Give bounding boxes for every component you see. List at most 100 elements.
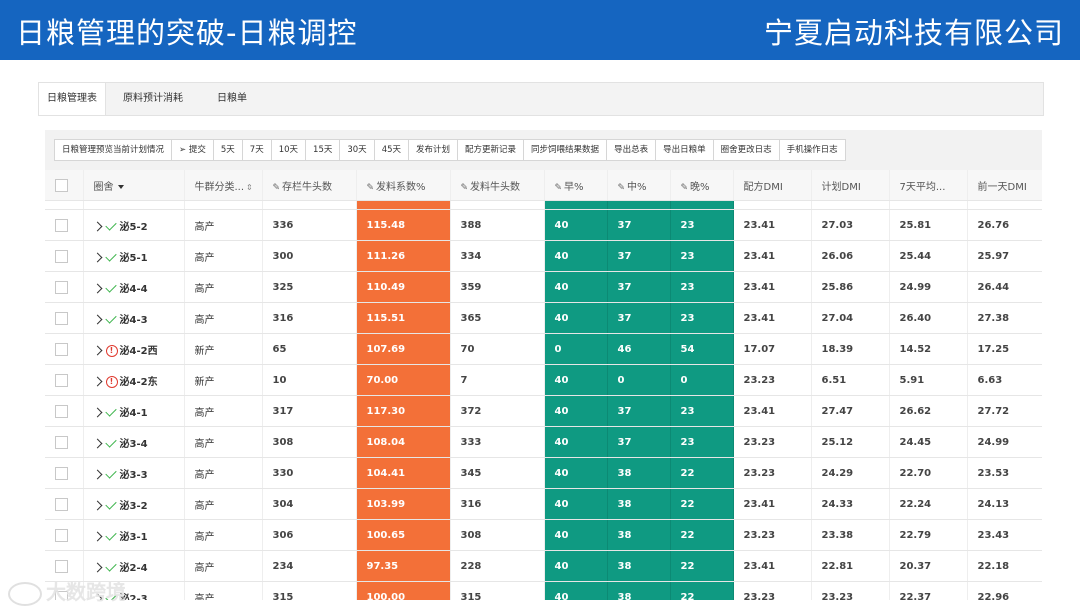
toolbar-button[interactable]: 同步饲喂结果数据 <box>523 139 608 161</box>
am-cell[interactable]: 40 <box>544 209 608 241</box>
sort-icon[interactable] <box>117 184 124 189</box>
group-cell[interactable]: 新产 <box>184 364 263 396</box>
chevron-right-icon[interactable] <box>92 252 102 263</box>
feed-cell[interactable]: 372 <box>450 395 545 427</box>
row-checkbox[interactable] <box>45 519 84 551</box>
row-checkbox[interactable] <box>45 302 84 334</box>
toolbar-button[interactable]: 配方更新记录 <box>457 139 525 161</box>
pm-cell[interactable]: 23 <box>670 395 734 427</box>
coef-cell[interactable]: 100.65 <box>356 519 451 551</box>
group-cell[interactable]: 高产 <box>184 581 263 600</box>
coef-cell[interactable]: 108.04 <box>356 426 451 458</box>
mid-cell[interactable]: 0 <box>607 364 671 396</box>
col-formula-dmi[interactable]: 配方DMI <box>733 170 812 201</box>
pm-cell[interactable]: 22 <box>670 519 734 551</box>
pm-cell[interactable]: 22 <box>670 457 734 489</box>
table-row[interactable]: 泌4-4 高产 325 110.49 359 40 37 23 23.41 25.86 24.99 2… <box>45 271 1042 303</box>
toolbar-button[interactable]: 10天 <box>270 139 307 161</box>
pm-cell[interactable]: 23 <box>670 426 734 458</box>
feed-cell[interactable]: 316 <box>450 488 545 520</box>
am-cell[interactable]: 40 <box>544 519 608 551</box>
col-prev-dmi[interactable]: 前一天DMI <box>967 170 1042 201</box>
pm-cell[interactable]: 22 <box>670 581 734 600</box>
group-cell[interactable]: 高产 <box>184 209 263 241</box>
toolbar-button[interactable]: 15天 <box>305 139 341 161</box>
table-row[interactable]: ! 泌4-2东 新产 10 70.00 7 40 0 0 23.23 6.51 5.91 6.63 <box>45 364 1042 396</box>
mid-cell[interactable]: 38 <box>607 488 671 520</box>
am-cell[interactable]: 0 <box>544 333 608 365</box>
group-cell[interactable]: 高产 <box>184 426 263 458</box>
pm-cell[interactable]: 23 <box>670 209 734 241</box>
chevron-right-icon[interactable] <box>92 407 102 418</box>
row-checkbox[interactable] <box>45 209 84 241</box>
table-row[interactable]: 泌4-1 高产 317 117.30 372 40 37 23 23.41 27.47 26.62 2… <box>45 395 1042 427</box>
coef-cell[interactable]: 100.00 <box>356 581 451 600</box>
table-row[interactable]: 泌4-3 高产 316 115.51 365 40 37 23 23.41 27.04 26.40 2… <box>45 302 1042 334</box>
coef-cell[interactable]: 111.26 <box>356 240 451 272</box>
group-cell[interactable]: 高产 <box>184 240 263 272</box>
chevron-right-icon[interactable] <box>92 345 102 356</box>
coef-cell[interactable]: 117.30 <box>356 395 451 427</box>
feed-cell[interactable]: 308 <box>450 519 545 551</box>
coef-cell[interactable]: 104.41 <box>356 457 451 489</box>
am-cell[interactable]: 40 <box>544 240 608 272</box>
pen-cell[interactable]: 泌4-4 <box>83 271 185 303</box>
mid-cell[interactable]: 37 <box>607 426 671 458</box>
table-row[interactable]: 泌3-1 高产 306 100.65 308 40 38 22 23.23 23.38 22.79 2… <box>45 519 1042 551</box>
table-row[interactable]: 泌5-1 高产 300 111.26 334 40 37 23 23.41 26.06 25.44 2… <box>45 240 1042 272</box>
group-cell[interactable]: 高产 <box>184 395 263 427</box>
mid-cell[interactable]: 37 <box>607 271 671 303</box>
row-checkbox[interactable] <box>45 426 84 458</box>
feed-cell[interactable]: 388 <box>450 209 545 241</box>
am-cell[interactable]: 40 <box>544 395 608 427</box>
mid-cell[interactable]: 46 <box>607 333 671 365</box>
am-cell[interactable]: 40 <box>544 426 608 458</box>
chevron-right-icon[interactable] <box>92 562 102 573</box>
row-checkbox[interactable] <box>45 240 84 272</box>
toolbar-button[interactable]: 7天 <box>241 139 272 161</box>
group-cell[interactable]: 高产 <box>184 519 263 551</box>
mid-cell[interactable]: 38 <box>607 550 671 582</box>
col-noon[interactable]: ✎ 中% <box>607 170 671 201</box>
chevron-right-icon[interactable] <box>92 283 102 294</box>
col-head-count[interactable]: ✎ 存栏牛头数 <box>262 170 357 201</box>
toolbar-button[interactable]: 圈舍更改日志 <box>712 139 780 161</box>
feed-cell[interactable]: 7 <box>450 364 545 396</box>
am-cell[interactable]: 40 <box>544 550 608 582</box>
pen-cell[interactable]: 泌3-2 <box>83 488 185 520</box>
am-cell[interactable]: 40 <box>544 364 608 396</box>
col-group[interactable]: 牛群分类... ⇕ <box>184 170 263 201</box>
coef-cell[interactable]: 115.48 <box>356 209 451 241</box>
pen-cell[interactable]: 泌3-3 <box>83 457 185 489</box>
coef-cell[interactable]: 103.99 <box>356 488 451 520</box>
mid-cell[interactable]: 37 <box>607 395 671 427</box>
mid-cell[interactable]: 38 <box>607 581 671 600</box>
table-row[interactable]: 泌3-2 高产 304 103.99 316 40 38 22 23.41 24.33 22.24 2… <box>45 488 1042 520</box>
toolbar-button[interactable]: 45天 <box>373 139 410 161</box>
group-cell[interactable]: 高产 <box>184 457 263 489</box>
coef-cell[interactable]: 110.49 <box>356 271 451 303</box>
tab-ration-sheet[interactable]: 日粮单 <box>209 83 255 115</box>
mid-cell[interactable]: 37 <box>607 302 671 334</box>
row-checkbox[interactable] <box>45 364 84 396</box>
mid-cell[interactable]: 37 <box>607 240 671 272</box>
pen-cell[interactable]: 泌4-1 <box>83 395 185 427</box>
row-checkbox[interactable] <box>45 457 84 489</box>
pm-cell[interactable]: 23 <box>670 271 734 303</box>
toolbar-button[interactable]: ➢ 提交 <box>171 139 214 161</box>
col-avg7[interactable]: 7天平均... <box>889 170 968 201</box>
coef-cell[interactable]: 115.51 <box>356 302 451 334</box>
table-row[interactable]: ! 泌4-2西 新产 65 107.69 70 0 46 54 17.07 18.39 14.52 17… <box>45 333 1042 365</box>
tab-material-consumption[interactable]: 原料预计消耗 <box>115 83 191 115</box>
toolbar-button[interactable]: 5天 <box>212 139 243 161</box>
feed-cell[interactable]: 228 <box>450 550 545 582</box>
toolbar-button[interactable]: 手机操作日志 <box>778 139 846 161</box>
pen-cell[interactable]: 泌3-4 <box>83 426 185 458</box>
pen-cell[interactable]: 泌3-1 <box>83 519 185 551</box>
table-row[interactable]: 泌2-4 高产 234 97.35 228 40 38 22 23.41 22.81 20.37 22… <box>45 550 1042 582</box>
col-evening[interactable]: ✎ 晚% <box>670 170 734 201</box>
pen-cell[interactable]: 泌5-1 <box>83 240 185 272</box>
feed-cell[interactable]: 334 <box>450 240 545 272</box>
group-cell[interactable]: 高产 <box>184 550 263 582</box>
feed-cell[interactable]: 315 <box>450 581 545 600</box>
